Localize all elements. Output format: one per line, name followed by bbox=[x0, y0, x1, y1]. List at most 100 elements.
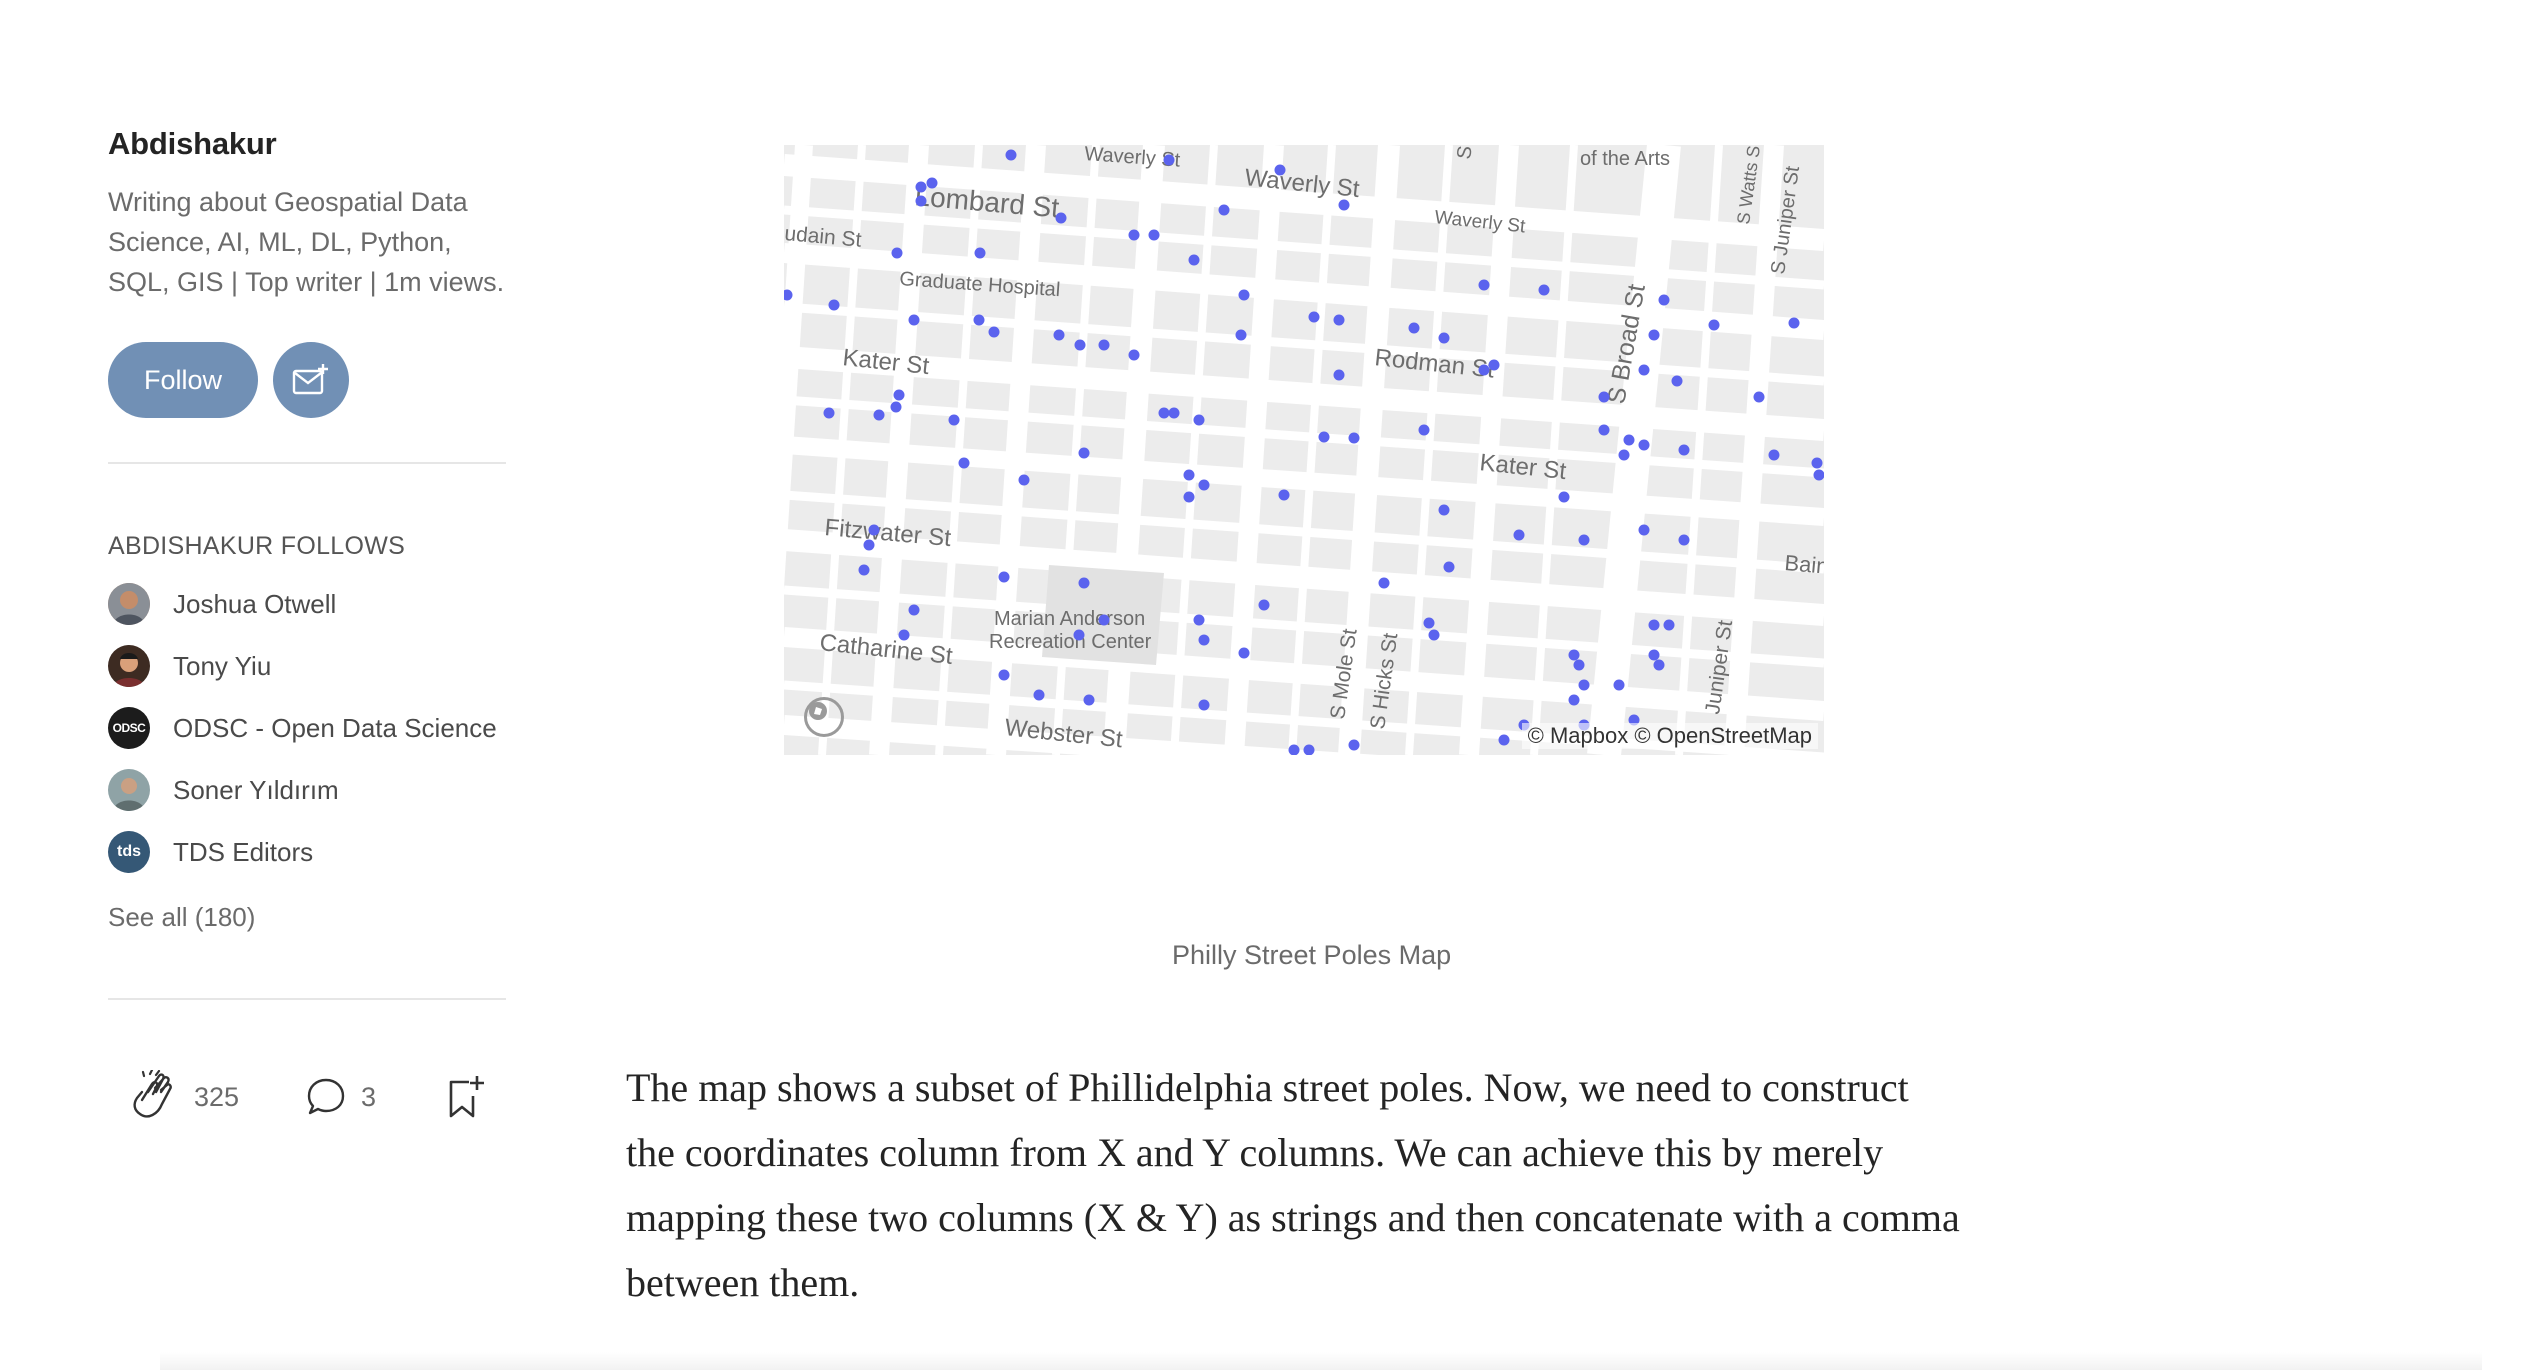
street-pole-point bbox=[1098, 614, 1110, 626]
figure-caption: Philly Street Poles Map bbox=[1172, 940, 1452, 970]
follow-name: Joshua Otwell bbox=[173, 588, 337, 619]
author-bio: Writing about Geospatial Data Science, A… bbox=[108, 187, 505, 297]
street-pole-point bbox=[1648, 329, 1660, 341]
street-pole-point bbox=[1438, 504, 1450, 516]
street-pole-point bbox=[1623, 434, 1635, 446]
street-pole-point bbox=[1678, 444, 1690, 456]
street-pole-point bbox=[1235, 329, 1247, 341]
street-pole-point bbox=[1148, 229, 1160, 241]
street-pole-point bbox=[1578, 534, 1590, 546]
clap-button[interactable]: 325 bbox=[128, 1070, 239, 1124]
street-pole-point bbox=[1753, 391, 1765, 403]
street-pole-point bbox=[974, 247, 986, 259]
street-pole-point bbox=[958, 457, 970, 469]
see-all-follows-link[interactable]: See all (180) bbox=[108, 902, 255, 933]
street-pole-point bbox=[1488, 359, 1500, 371]
street-pole-point bbox=[823, 407, 835, 419]
tds-logo-text: tds bbox=[117, 843, 141, 860]
street-pole-point bbox=[1638, 439, 1650, 451]
subscribe-email-button[interactable] bbox=[273, 342, 349, 418]
map-street-label: Marian Anderson bbox=[994, 608, 1145, 630]
street-pole-point bbox=[1258, 599, 1270, 611]
street-pole-point bbox=[1648, 619, 1660, 631]
follow-name: TDS Editors bbox=[173, 836, 314, 867]
street-pole-point bbox=[1288, 744, 1300, 755]
divider bbox=[108, 998, 506, 1000]
odsc-logo-text: ODSC bbox=[112, 721, 146, 735]
street-pole-point bbox=[1378, 577, 1390, 589]
street-pole-point bbox=[1238, 647, 1250, 659]
street-pole-point bbox=[1198, 699, 1210, 711]
philly-street-poles-map[interactable]: Waverly St Waverly St Waverly St Lombard St… bbox=[784, 145, 1824, 755]
street-pole-point bbox=[1658, 294, 1670, 306]
street-pole-point bbox=[1218, 204, 1230, 216]
street-pole-point bbox=[988, 326, 1000, 338]
street-pole-point bbox=[1443, 561, 1455, 573]
avatar bbox=[108, 583, 150, 625]
follows-heading: ABDISHAKUR FOLLOWS bbox=[108, 532, 406, 560]
street-pole-point bbox=[1598, 424, 1610, 436]
street-pole-point bbox=[1303, 744, 1315, 755]
street-pole-point bbox=[973, 314, 985, 326]
street-pole-point bbox=[1598, 391, 1610, 403]
street-pole-point bbox=[1578, 679, 1590, 691]
follow-item-odsc[interactable]: ODSC ODSC - Open Data Science bbox=[108, 706, 497, 750]
street-pole-point bbox=[1423, 617, 1435, 629]
street-pole-point bbox=[1005, 149, 1017, 161]
street-pole-point bbox=[863, 539, 875, 551]
comment-icon bbox=[307, 1078, 345, 1115]
street-pole-point bbox=[893, 389, 905, 401]
author-name[interactable]: Abdishakur bbox=[108, 126, 277, 162]
street-pole-point bbox=[915, 195, 927, 207]
comments-button[interactable]: 3 bbox=[305, 1076, 376, 1118]
street-pole-point bbox=[1078, 447, 1090, 459]
street-pole-point bbox=[1278, 489, 1290, 501]
street-pole-point bbox=[1663, 619, 1675, 631]
map-street-label: Recreation Center bbox=[989, 631, 1152, 653]
bookmark-add-icon bbox=[449, 1076, 484, 1118]
divider bbox=[108, 462, 506, 464]
save-bookmark-button[interactable] bbox=[445, 1074, 485, 1120]
street-pole-point bbox=[1238, 289, 1250, 301]
follow-item-tony-yiu[interactable]: Tony Yiu bbox=[108, 644, 271, 688]
mapbox-logo-icon[interactable] bbox=[804, 697, 844, 737]
follow-item-joshua-otwell[interactable]: Joshua Otwell bbox=[108, 582, 336, 626]
street-pole-point bbox=[828, 299, 840, 311]
street-pole-point bbox=[1163, 154, 1175, 166]
street-pole-point bbox=[1618, 449, 1630, 461]
street-pole-point bbox=[1198, 479, 1210, 491]
street-pole-point bbox=[858, 564, 870, 576]
avatar bbox=[108, 769, 150, 811]
follow-item-soner-yildirim[interactable]: Soner Yıldırım bbox=[108, 768, 339, 812]
comment-count: 3 bbox=[361, 1081, 377, 1112]
street-pole-point bbox=[1428, 629, 1440, 641]
street-pole-point bbox=[890, 401, 902, 413]
street-pole-point bbox=[1055, 212, 1067, 224]
street-pole-point bbox=[1098, 339, 1110, 351]
street-pole-point bbox=[1478, 364, 1490, 376]
street-pole-point bbox=[1033, 689, 1045, 701]
street-pole-point bbox=[1193, 614, 1205, 626]
street-pole-point bbox=[1788, 317, 1800, 329]
street-pole-point bbox=[1053, 329, 1065, 341]
street-pole-point bbox=[1408, 322, 1420, 334]
follow-button[interactable]: Follow bbox=[108, 342, 258, 418]
tds-logo-icon: tds bbox=[108, 831, 150, 873]
street-pole-point bbox=[1811, 457, 1823, 469]
street-pole-point bbox=[1768, 449, 1780, 461]
street-pole-point bbox=[1158, 407, 1170, 419]
follow-item-tds-editors[interactable]: tds TDS Editors bbox=[108, 830, 313, 874]
street-pole-point bbox=[1708, 319, 1720, 331]
street-pole-point bbox=[1308, 311, 1320, 323]
map-street-label: Bain bbox=[1784, 550, 1824, 579]
mail-plus-icon bbox=[292, 364, 328, 395]
street-pole-point bbox=[1348, 432, 1360, 444]
street-pole-point bbox=[1193, 414, 1205, 426]
street-pole-point bbox=[1538, 284, 1550, 296]
follow-name: ODSC - Open Data Science bbox=[173, 712, 497, 743]
clap-icon bbox=[133, 1070, 172, 1118]
street-pole-point bbox=[1078, 577, 1090, 589]
street-pole-point bbox=[948, 414, 960, 426]
street-pole-point bbox=[1183, 491, 1195, 503]
map-attribution[interactable]: © Mapbox © OpenStreetMap bbox=[1521, 723, 1818, 749]
